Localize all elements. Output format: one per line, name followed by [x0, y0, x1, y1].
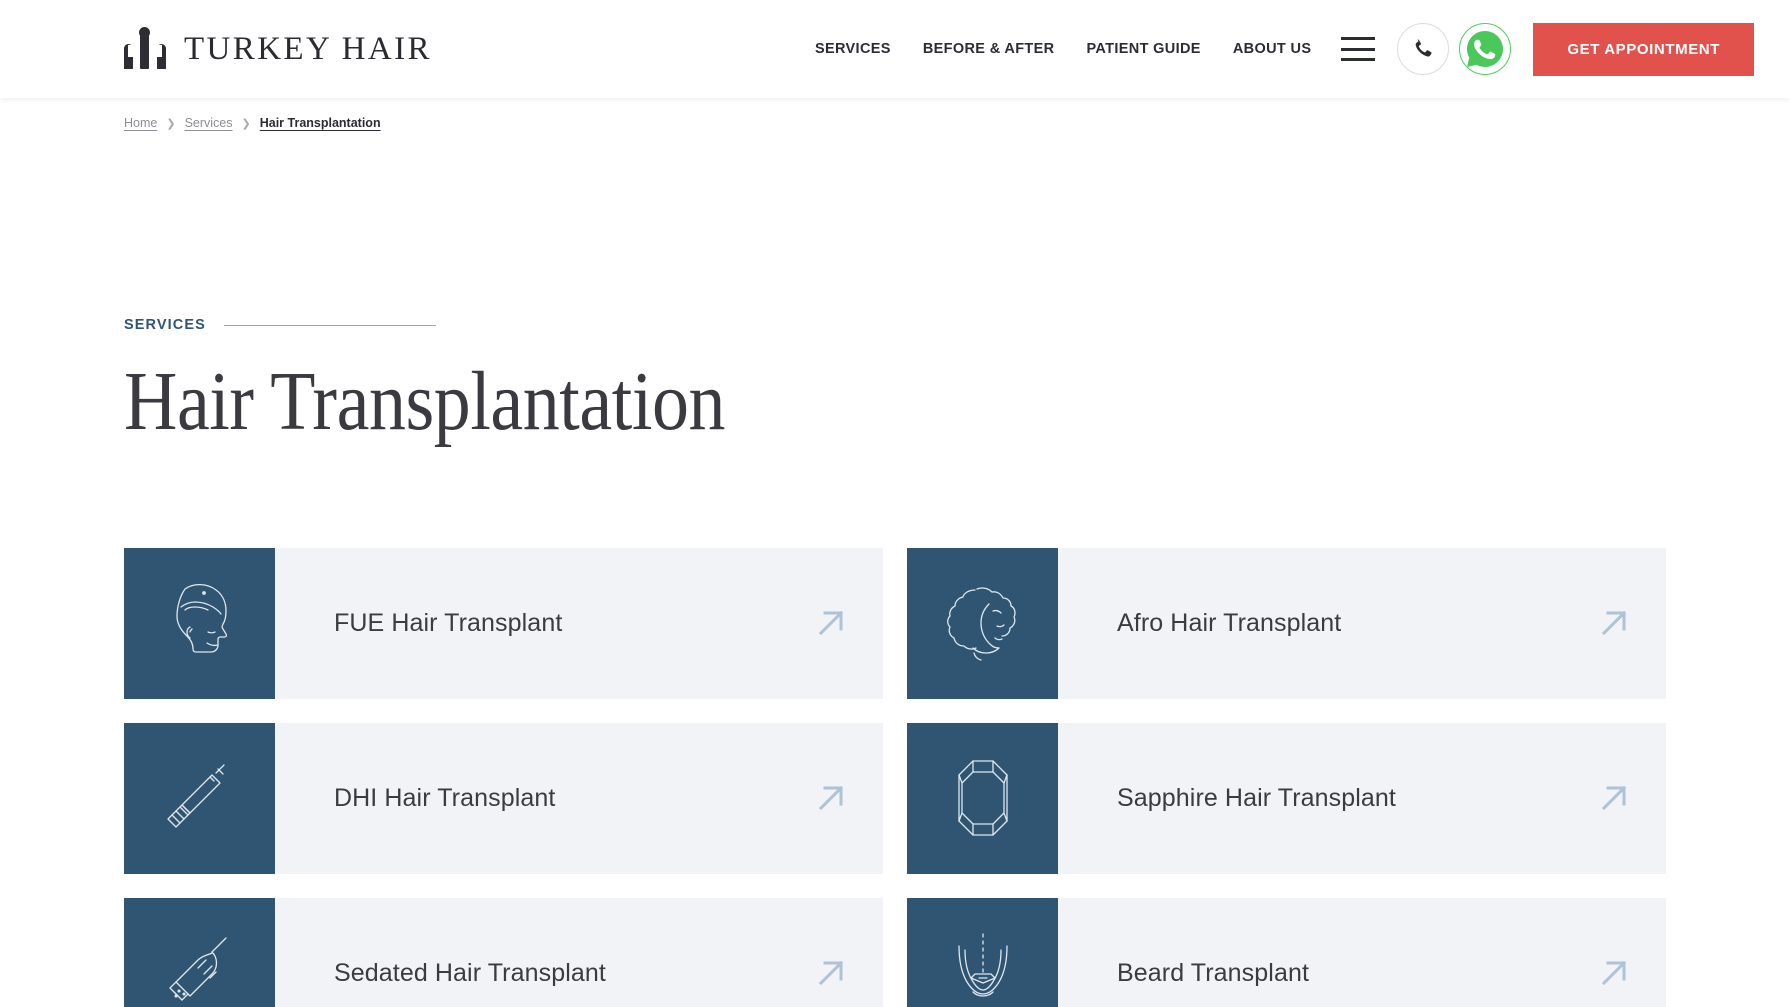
arrow-up-right-icon: [779, 723, 883, 874]
service-card[interactable]: Afro Hair Transplant: [907, 547, 1666, 699]
page-title-block: SERVICES Hair Transplantation: [0, 130, 1790, 448]
head-profile-icon: [124, 547, 275, 699]
eyebrow-divider: [223, 324, 436, 326]
page-title: Hair Transplantation: [124, 355, 726, 448]
get-appointment-button[interactable]: GET APPOINTMENT: [1533, 22, 1754, 76]
service-card-label: FUE Hair Transplant: [334, 608, 563, 637]
nav-item-patient-guide[interactable]: PATIENT GUIDE: [1086, 41, 1200, 57]
arrow-up-right-icon: [779, 898, 883, 1007]
breadcrumb: Home ❯ Services ❯ Hair Transplantation: [0, 98, 1790, 130]
service-card[interactable]: Beard Transplant: [907, 897, 1666, 1007]
afro-head-icon: [907, 547, 1058, 699]
syringe-icon: [124, 897, 275, 1007]
implanter-pen-icon: [124, 722, 275, 874]
gemstone-icon: [907, 722, 1058, 874]
chevron-right-icon: ❯: [166, 117, 176, 130]
arrow-up-right-icon: [779, 548, 883, 699]
breadcrumb-item-home[interactable]: Home: [124, 116, 157, 130]
breadcrumb-item-current[interactable]: Hair Transplantation: [260, 116, 381, 130]
breadcrumb-item-services[interactable]: Services: [185, 116, 233, 130]
phone-icon: [1416, 39, 1432, 57]
service-card-label: Afro Hair Transplant: [1117, 608, 1342, 637]
nav-item-about-us[interactable]: ABOUT US: [1233, 41, 1312, 57]
nav-item-services[interactable]: SERVICES: [815, 41, 891, 57]
arrow-up-right-icon: [1562, 898, 1666, 1007]
phone-button[interactable]: [1397, 23, 1450, 75]
brand-name: TURKEY HAIR: [184, 30, 432, 67]
arrow-up-right-icon: [1562, 723, 1666, 874]
turkey-hair-logo-icon: [124, 27, 166, 71]
service-card-label: Sapphire Hair Transplant: [1117, 783, 1396, 812]
service-card[interactable]: Sapphire Hair Transplant: [907, 722, 1666, 874]
beard-face-icon: [907, 897, 1058, 1007]
whatsapp-button[interactable]: [1459, 23, 1512, 75]
arrow-up-right-icon: [1562, 548, 1666, 699]
chevron-right-icon: ❯: [241, 117, 251, 130]
service-card-label: Beard Transplant: [1117, 958, 1309, 987]
service-card-label: DHI Hair Transplant: [334, 783, 556, 812]
whatsapp-icon: [1467, 31, 1504, 67]
section-eyebrow-row: SERVICES: [124, 317, 1790, 333]
nav-item-before-after[interactable]: BEFORE & AFTER: [923, 41, 1055, 57]
service-card[interactable]: Sedated Hair Transplant: [124, 897, 883, 1007]
brand-logo[interactable]: TURKEY HAIR: [124, 27, 432, 71]
service-card[interactable]: DHI Hair Transplant: [124, 722, 883, 874]
header-right-group: SERVICES BEFORE & AFTER PATIENT GUIDE AB…: [815, 22, 1754, 76]
main-navigation: SERVICES BEFORE & AFTER PATIENT GUIDE AB…: [815, 41, 1311, 57]
service-card-label: Sedated Hair Transplant: [334, 958, 606, 987]
hamburger-menu-icon[interactable]: [1341, 37, 1376, 61]
services-grid: FUE Hair Transplant Afro Hair Transplant: [124, 547, 1666, 1007]
section-eyebrow: SERVICES: [124, 317, 206, 333]
service-card[interactable]: FUE Hair Transplant: [124, 547, 883, 699]
site-header: TURKEY HAIR SERVICES BEFORE & AFTER PATI…: [0, 0, 1790, 98]
